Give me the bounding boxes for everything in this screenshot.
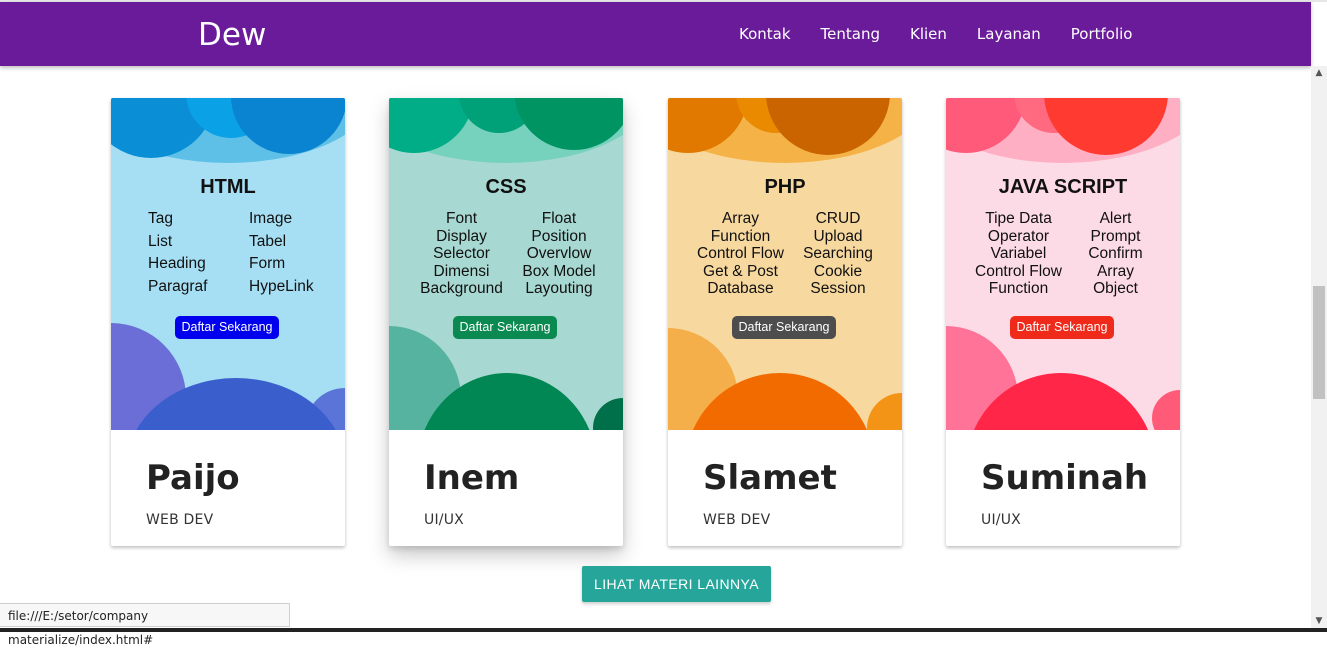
topic-item: Display xyxy=(436,227,487,245)
card-image-php: PHP Array Function Control Flow Get & Po… xyxy=(668,98,902,430)
topic-item: Prompt xyxy=(1090,227,1141,245)
card-role: WEB DEV xyxy=(703,512,771,528)
topic-item: Get & Post xyxy=(703,262,778,280)
window-bottom-border xyxy=(0,628,1327,632)
card-slamet[interactable]: PHP Array Function Control Flow Get & Po… xyxy=(668,98,902,546)
scroll-up-arrow-icon[interactable]: ▲ xyxy=(1314,68,1324,78)
card-role: UI/UX xyxy=(424,512,464,528)
nav-link-tentang[interactable]: Tentang xyxy=(806,2,895,66)
topic-item: Heading xyxy=(148,255,206,272)
topics-left: Tipe Data Operator Variabel Control Flow… xyxy=(971,210,1066,298)
card-content: Slamet WEB DEV xyxy=(668,430,902,546)
card-name: Inem xyxy=(424,458,520,498)
topic-item: Background xyxy=(420,280,503,297)
topic-item: Float xyxy=(541,210,577,227)
topic-item: Position xyxy=(531,227,587,245)
topic-item: Variabel xyxy=(990,245,1047,262)
card-name: Suminah xyxy=(981,458,1149,498)
topic-item: Function xyxy=(710,227,771,245)
topic-item: Layouting xyxy=(525,280,593,297)
card-paijo[interactable]: HTML Tag List Heading Paragraf Image Tab… xyxy=(111,98,345,546)
topics-right: Alert Prompt Confirm Array Object xyxy=(1073,210,1158,298)
topics-right: Image Tabel Form HypeLink xyxy=(249,208,314,298)
topic-item: Tag xyxy=(148,210,173,227)
card-title: CSS xyxy=(485,176,527,198)
card-name: Paijo xyxy=(146,458,240,498)
topic-item: Upload xyxy=(813,227,863,245)
card-inem[interactable]: CSS Font Display Selector Dimensi Backgr… xyxy=(389,98,623,546)
card-content: Paijo WEB DEV xyxy=(111,430,345,546)
card-image-html: HTML Tag List Heading Paragraf Image Tab… xyxy=(111,98,345,430)
card-title: PHP xyxy=(764,176,806,198)
topic-item: Operator xyxy=(987,227,1050,245)
card-content: Suminah UI/UX xyxy=(946,430,1180,546)
register-button[interactable]: Daftar Sekarang xyxy=(732,316,836,339)
topic-item: Confirm xyxy=(1088,245,1143,262)
topic-item: Database xyxy=(707,280,774,297)
register-button[interactable]: Daftar Sekarang xyxy=(1010,316,1114,339)
navbar: Dew Kontak Tentang Klien Layanan Portfol… xyxy=(0,2,1311,66)
topic-item: Array xyxy=(1096,262,1135,280)
brand-logo[interactable]: Dew xyxy=(198,15,266,55)
card-image-javascript: JAVA SCRIPT Tipe Data Operator Variabel … xyxy=(946,98,1180,430)
topic-item: Searching xyxy=(803,245,873,262)
register-button[interactable]: Daftar Sekarang xyxy=(175,316,279,339)
card-name: Slamet xyxy=(703,458,837,498)
topic-item: HypeLink xyxy=(249,277,314,295)
card-image-css: CSS Font Display Selector Dimensi Backgr… xyxy=(389,98,623,430)
topic-item: Object xyxy=(1093,280,1138,297)
nav-menu: Kontak Tentang Klien Layanan Portfolio xyxy=(724,2,1147,66)
scroll-down-arrow-icon[interactable]: ▼ xyxy=(1314,616,1324,626)
topic-item: Session xyxy=(810,280,866,297)
card-content: Inem UI/UX xyxy=(389,430,623,546)
status-url-bar: file:///E:/setor/company materialize/ind… xyxy=(0,603,290,647)
card-suminah[interactable]: JAVA SCRIPT Tipe Data Operator Variabel … xyxy=(946,98,1180,546)
topic-item: Alert xyxy=(1099,210,1132,227)
register-button[interactable]: Daftar Sekarang xyxy=(453,316,557,339)
card-title: JAVA SCRIPT xyxy=(998,176,1128,198)
page-scrollbar[interactable]: ▲ ▼ xyxy=(1311,66,1327,632)
topic-item: Function xyxy=(988,280,1049,297)
topic-item: Box Model xyxy=(522,262,596,280)
topics-right: CRUD Upload Searching Cookie Session xyxy=(793,210,883,298)
topic-item: Dimensi xyxy=(433,262,490,280)
nav-link-layanan[interactable]: Layanan xyxy=(962,2,1056,66)
nav-link-kontak[interactable]: Kontak xyxy=(724,2,806,66)
card-title: HTML xyxy=(200,176,256,198)
topics-left: Array Function Control Flow Get & Post D… xyxy=(693,210,788,298)
topic-item: Paragraf xyxy=(148,277,208,295)
topic-item: List xyxy=(148,232,173,250)
topic-item: Form xyxy=(249,255,286,272)
topic-item: Tipe Data xyxy=(985,210,1052,227)
topic-item: Control Flow xyxy=(975,262,1062,280)
nav-link-klien[interactable]: Klien xyxy=(895,2,962,66)
topic-item: Font xyxy=(445,210,477,227)
topic-item: CRUD xyxy=(815,210,861,227)
topic-item: Array xyxy=(721,210,760,227)
nav-link-portfolio[interactable]: Portfolio xyxy=(1056,2,1148,66)
see-more-materials-button[interactable]: LIHAT MATERI LAINNYA xyxy=(582,566,771,602)
card-role: UI/UX xyxy=(981,512,1021,528)
topic-item: Image xyxy=(249,210,293,227)
card-role: WEB DEV xyxy=(146,512,214,528)
topic-item: Control Flow xyxy=(697,245,784,262)
topic-item: Selector xyxy=(433,245,490,262)
topic-item: Cookie xyxy=(813,262,863,280)
topic-item: Overvlow xyxy=(526,245,592,262)
topic-item: Tabel xyxy=(249,232,287,250)
topics-left: Font Display Selector Dimensi Background xyxy=(419,210,504,298)
topics-left: Tag List Heading Paragraf xyxy=(148,208,207,298)
topics-right: Float Position Overvlow Box Model Layout… xyxy=(514,210,604,298)
scrollbar-thumb[interactable] xyxy=(1313,286,1325,399)
